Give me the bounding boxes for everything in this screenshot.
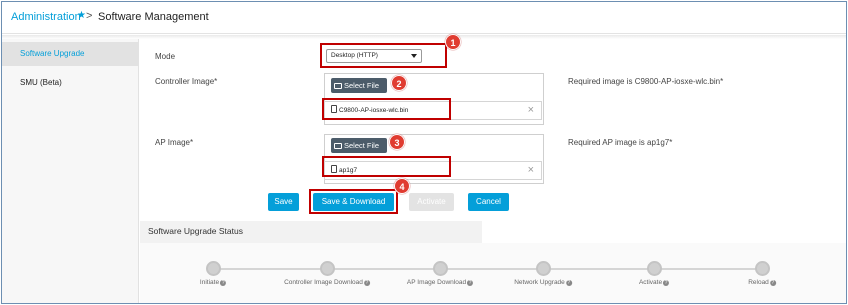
step-dot-reload xyxy=(755,261,770,276)
callout-highlight-mode xyxy=(320,43,447,68)
clear-controller-file-icon[interactable]: × xyxy=(528,102,534,119)
help-icon[interactable]: ? xyxy=(663,280,670,286)
callout-badge-4: 4 xyxy=(394,178,410,194)
callout-badge-3: 3 xyxy=(389,134,405,150)
step-text: Reload xyxy=(748,279,769,286)
step-dot-network-upgrade xyxy=(536,261,551,276)
clear-ap-file-icon[interactable]: × xyxy=(528,162,534,179)
step-text: Initiate xyxy=(199,279,220,286)
step-label-activate: Activate? xyxy=(638,279,670,286)
callout-highlight-ap-file xyxy=(322,156,451,177)
mode-label: Mode xyxy=(155,52,176,61)
step-label-reload: Reload? xyxy=(748,279,776,286)
ap-image-requirement: Required AP image is ap1g7* xyxy=(568,138,673,147)
step-label-ap-image-download: AP Image Download? xyxy=(406,279,474,286)
ap-select-file-button[interactable]: Select File xyxy=(331,138,387,153)
breadcrumb-administration[interactable]: Administration xyxy=(11,11,81,23)
help-icon[interactable]: ? xyxy=(220,280,227,286)
sidebar-item-smu-beta[interactable]: SMU (Beta) xyxy=(2,71,139,95)
sidebar-item-software-upgrade[interactable]: Software Upgrade xyxy=(2,42,139,66)
help-icon[interactable]: ? xyxy=(363,280,370,286)
status-panel xyxy=(140,243,846,303)
controller-select-file-label: Select File xyxy=(344,81,380,90)
step-dot-controller-image-download xyxy=(320,261,335,276)
step-dot-ap-image-download xyxy=(433,261,448,276)
controller-image-label: Controller Image* xyxy=(155,77,218,86)
callout-highlight-save-download xyxy=(309,189,398,214)
progress-track xyxy=(214,268,756,270)
folder-icon xyxy=(334,83,342,89)
callout-badge-2: 2 xyxy=(391,75,407,91)
controller-image-requirement: Required image is C9800-AP-iosxe-wlc.bin… xyxy=(568,77,724,86)
favorite-star-icon[interactable]: ★ xyxy=(77,10,86,21)
folder-icon xyxy=(334,143,342,149)
sidebar: Software Upgrade SMU (Beta) xyxy=(2,39,139,303)
step-text: Controller Image Download xyxy=(284,279,363,286)
activate-button[interactable]: Activate xyxy=(409,193,454,211)
save-button[interactable]: Save xyxy=(268,193,299,211)
step-text: Network Upgrade xyxy=(514,279,565,286)
help-icon[interactable]: ? xyxy=(565,280,572,286)
callout-badge-1: 1 xyxy=(445,34,461,50)
header: Administration ★ > Software Management xyxy=(2,2,846,34)
callout-highlight-controller-file xyxy=(322,98,451,120)
screenshot-frame: Administration ★ > Software Management S… xyxy=(1,1,847,304)
step-text: Activate xyxy=(638,279,663,286)
step-dot-initiate xyxy=(206,261,221,276)
step-label-initiate: Initiate? xyxy=(199,279,227,286)
ap-image-label: AP Image* xyxy=(155,138,194,147)
breadcrumb-separator: > xyxy=(86,10,93,22)
step-label-network-upgrade: Network Upgrade? xyxy=(514,279,572,286)
step-dot-activate xyxy=(647,261,662,276)
help-icon[interactable]: ? xyxy=(769,280,776,286)
status-title: Software Upgrade Status xyxy=(148,226,243,236)
status-header: Software Upgrade Status xyxy=(140,221,482,243)
ap-select-file-label: Select File xyxy=(344,141,380,150)
help-icon[interactable]: ? xyxy=(467,280,474,286)
cancel-button[interactable]: Cancel xyxy=(468,193,509,211)
step-text: AP Image Download xyxy=(406,279,467,286)
controller-select-file-button[interactable]: Select File xyxy=(331,78,387,93)
step-label-controller-image-download: Controller Image Download? xyxy=(284,279,370,286)
page-title: Software Management xyxy=(98,11,209,23)
